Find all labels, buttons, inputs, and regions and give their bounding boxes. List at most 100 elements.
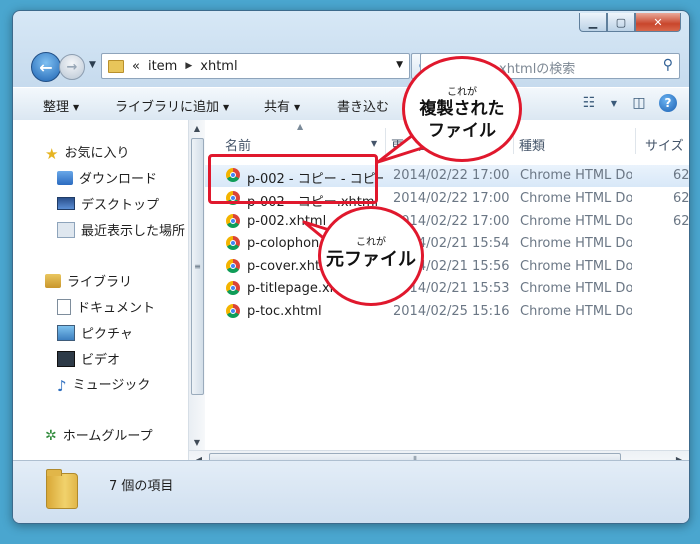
star-icon: ★	[45, 144, 59, 163]
column-divider[interactable]	[635, 128, 636, 154]
pictures-icon	[57, 324, 75, 341]
nav-item-recent-places[interactable]: 最近表示した場所	[57, 220, 185, 239]
callout-line: 複製された	[419, 99, 505, 119]
share-menu[interactable]: 共有 ▼	[264, 96, 300, 115]
breadcrumb-overflow[interactable]: «	[132, 59, 140, 74]
folder-icon	[108, 59, 124, 73]
file-type: Chrome HTML Document	[520, 214, 632, 229]
navigation-pane: ★ お気に入り ダウンロード デスクトップ 最近表示した場所 ライブラリ ドキュ…	[13, 120, 188, 460]
nav-label: ミュージック	[72, 378, 151, 393]
file-size: 626	[673, 168, 689, 183]
item-count: 7 個の項目	[109, 479, 174, 494]
libraries-icon	[45, 273, 61, 288]
nav-label: 最近表示した場所	[81, 224, 186, 239]
nav-label: ライブラリ	[67, 275, 133, 290]
documents-icon	[57, 298, 71, 315]
chrome-html-file-icon	[226, 214, 240, 228]
nav-item-pictures[interactable]: ピクチャ	[57, 323, 133, 342]
folder-icon	[46, 469, 78, 509]
column-header-name[interactable]: 名前	[225, 135, 251, 154]
dropdown-arrow-icon: ▼	[223, 103, 230, 112]
view-dropdown-icon[interactable]: ▼	[609, 93, 619, 113]
scrollbar-thumb[interactable]: ≡	[191, 138, 204, 395]
search-icon[interactable]: ⚲	[663, 57, 673, 73]
chrome-html-file-icon	[226, 236, 240, 250]
address-dropdown-icon[interactable]: ▼	[396, 60, 403, 70]
videos-icon	[57, 350, 75, 367]
nav-label: ドキュメント	[77, 301, 156, 316]
back-button[interactable]: ←	[31, 52, 61, 82]
column-header-type[interactable]: 種類	[519, 135, 545, 154]
scroll-up-icon[interactable]: ▲	[189, 120, 205, 136]
nav-item-videos[interactable]: ビデオ	[57, 349, 120, 368]
callout-line: 元ファイル	[326, 249, 416, 270]
downloads-icon	[57, 170, 73, 185]
column-header-size[interactable]: サイズ	[645, 135, 684, 154]
forward-button[interactable]: →	[59, 54, 85, 80]
scroll-down-icon[interactable]: ▼	[189, 434, 205, 450]
breadcrumb-separator-icon[interactable]: ▶	[185, 61, 192, 71]
chrome-html-file-icon	[226, 259, 240, 273]
nav-label: ダウンロード	[79, 172, 158, 187]
nav-label: お気に入り	[64, 146, 130, 161]
copied-files-highlight	[208, 154, 378, 204]
file-type: Chrome HTML Document	[520, 191, 632, 206]
file-size: 626	[673, 191, 689, 206]
close-button[interactable]: ✕	[635, 13, 681, 32]
nav-item-downloads[interactable]: ダウンロード	[57, 168, 157, 187]
callout-small-label: これが	[447, 87, 477, 98]
breadcrumb: « item ▶ xhtml	[132, 59, 238, 74]
chrome-html-file-icon	[226, 304, 240, 318]
callout-line: ファイル	[428, 121, 496, 141]
nav-item-homegroup[interactable]: ✲ ホームグループ	[45, 425, 153, 445]
nav-item-libraries[interactable]: ライブラリ	[45, 271, 132, 290]
view-controls: ☷ ▼ ◫ ?	[579, 93, 677, 113]
file-type: Chrome HTML Document	[520, 259, 632, 274]
file-size: 626	[673, 214, 689, 229]
dropdown-arrow-icon: ▼	[73, 103, 80, 112]
recent-places-icon	[57, 221, 75, 238]
organize-label: 整理	[43, 100, 70, 115]
nav-item-music[interactable]: ♪ ミュージック	[57, 374, 151, 395]
desktop-icon	[57, 197, 75, 210]
organize-menu[interactable]: 整理 ▼	[43, 96, 79, 115]
share-label: 共有	[264, 100, 291, 115]
file-row[interactable]: p-titlepage.xhtml 2014/02/21 15:53 Chrom…	[205, 278, 689, 300]
nav-item-desktop[interactable]: デスクトップ	[57, 194, 159, 213]
burn-button[interactable]: 書き込む	[337, 96, 389, 115]
change-view-icon[interactable]: ☷	[579, 93, 599, 113]
nav-item-favorites[interactable]: ★ お気に入り	[45, 142, 130, 163]
file-row[interactable]: p-toc.xhtml 2014/02/25 15:16 Chrome HTML…	[205, 301, 689, 323]
add-to-library-menu[interactable]: ライブラリに追加 ▼	[115, 96, 229, 115]
chrome-html-file-icon	[226, 281, 240, 295]
file-date: 2014/02/22 17:00	[393, 191, 510, 206]
file-row[interactable]: p-cover.xhtml 2014/02/21 15:56 Chrome HT…	[205, 256, 689, 278]
nav-label: ピクチャ	[81, 327, 133, 342]
navigation-pane-scrollbar[interactable]: ▲ ≡ ▼	[188, 120, 205, 460]
details-pane: 7 個の項目	[13, 460, 689, 523]
minimize-button[interactable]: ▁	[579, 13, 607, 32]
file-type: Chrome HTML Document	[520, 236, 632, 251]
add-to-library-label: ライブラリに追加	[115, 100, 220, 115]
file-row[interactable]: p-002.xhtml 2014/02/22 17:00 Chrome HTML…	[205, 211, 689, 233]
original-file-callout: これが 元ファイル	[318, 206, 424, 306]
file-row[interactable]: p-colophon.xhtml 2014/02/21 15:54 Chrome…	[205, 233, 689, 255]
callout-small-label: これが	[356, 237, 386, 248]
nav-label: ホームグループ	[62, 429, 153, 444]
file-type: Chrome HTML Document	[520, 304, 632, 319]
file-date: 2014/02/25 15:16	[393, 304, 510, 319]
window-controls: ▁ ▢ ✕	[579, 13, 681, 32]
breadcrumb-item-xhtml[interactable]: xhtml	[200, 59, 237, 74]
nav-item-documents[interactable]: ドキュメント	[57, 297, 155, 316]
maximize-button[interactable]: ▢	[607, 13, 635, 32]
breadcrumb-item-item[interactable]: item	[148, 59, 177, 74]
homegroup-icon: ✲	[45, 427, 57, 444]
address-bar[interactable]: « item ▶ xhtml ▼	[101, 53, 410, 79]
navigation-bar: ← → ▼ « item ▶ xhtml ▼ ⟳ xhtmlの検索 ⚲	[13, 51, 689, 82]
music-icon: ♪	[57, 376, 67, 395]
nav-label: ビデオ	[81, 353, 121, 368]
recent-pages-dropdown[interactable]: ▼	[89, 60, 96, 70]
help-icon[interactable]: ?	[659, 94, 677, 112]
forward-arrow-icon: →	[66, 59, 78, 75]
preview-pane-icon[interactable]: ◫	[629, 93, 649, 113]
